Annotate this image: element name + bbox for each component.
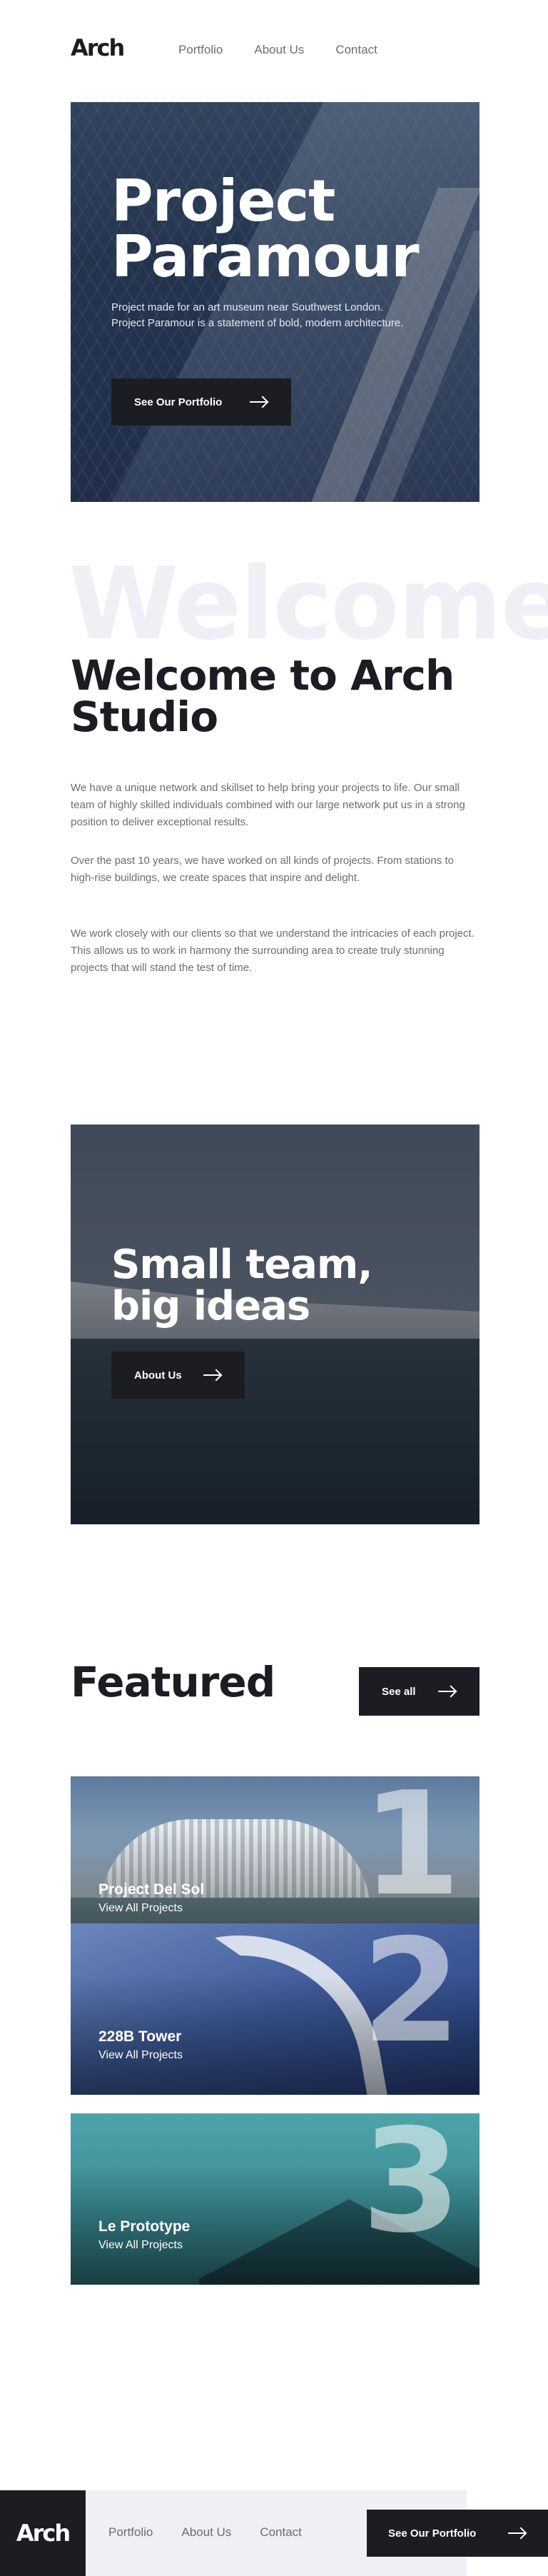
welcome-paragraph: Over the past 10 years, we have worked o… — [71, 855, 454, 884]
nav-link-about-us[interactable]: About Us — [254, 43, 304, 57]
site-header: Arch Portfolio About Us Contact — [0, 0, 548, 100]
hero-section: Project Paramour Project made for an art… — [71, 102, 480, 502]
card-title: Le Prototype — [98, 2218, 191, 2235]
welcome-ghost-heading: Welcome — [68, 546, 548, 663]
card-number: 1 — [361, 1776, 461, 1928]
card-number: 3 — [361, 2113, 461, 2265]
welcome-paragraph: We have a unique network and skillset to… — [71, 782, 465, 828]
see-portfolio-button[interactable]: See Our Portfolio — [111, 378, 291, 426]
site-footer: Arch Portfolio About Us Contact See Our … — [0, 2490, 548, 2576]
welcome-title: Welcome to Arch Studio — [71, 651, 455, 741]
see-all-label: See all — [382, 1685, 416, 1698]
hero-title: Project Paramour — [111, 168, 420, 290]
welcome-paragraph: We work closely with our clients so that… — [71, 927, 475, 974]
hero-description: Project made for an art museum near Sout… — [111, 301, 404, 329]
featured-card-le-prototype[interactable]: 3 Le Prototype View All Projects — [71, 2113, 480, 2285]
about-us-label: About Us — [134, 1369, 182, 1382]
footer-link-portfolio[interactable]: Portfolio — [108, 2525, 153, 2540]
footer-portfolio-button[interactable]: See Our Portfolio — [367, 2510, 548, 2557]
logo[interactable]: Arch — [71, 34, 125, 61]
card-link[interactable]: View All Projects — [98, 1902, 183, 1915]
see-all-button[interactable]: See all — [359, 1667, 480, 1716]
arrow-right-icon — [203, 1369, 222, 1381]
footer-logo[interactable]: Arch — [0, 2490, 86, 2576]
about-us-button[interactable]: About Us — [111, 1352, 245, 1399]
nav-link-contact[interactable]: Contact — [335, 43, 377, 57]
footer-portfolio-label: See Our Portfolio — [388, 2527, 477, 2540]
footer-logo-text: Arch — [16, 2520, 71, 2547]
card-title: 228B Tower — [98, 2028, 182, 2045]
card-number: 2 — [361, 1923, 461, 2075]
arrow-right-icon — [508, 2527, 527, 2539]
see-portfolio-label: See Our Portfolio — [134, 396, 223, 408]
arrow-right-icon — [438, 1686, 457, 1697]
featured-card-228b-tower[interactable]: 2 228B Tower View All Projects — [71, 1923, 480, 2095]
arrow-right-icon — [250, 396, 268, 408]
featured-title: Featured — [71, 1658, 275, 1706]
footer-link-contact[interactable]: Contact — [260, 2525, 302, 2540]
footer-link-about-us[interactable]: About Us — [181, 2525, 231, 2540]
team-title: Small team, big ideas — [111, 1242, 373, 1329]
featured-card-project-del-sol[interactable]: 1 Project Del Sol View All Projects — [71, 1776, 480, 1948]
footer-nav: Portfolio About Us Contact — [108, 2525, 302, 2540]
card-link[interactable]: View All Projects — [98, 2239, 183, 2252]
card-link[interactable]: View All Projects — [98, 2049, 183, 2062]
small-team-section: Small team, big ideas About Us — [71, 1125, 480, 1524]
nav-link-portfolio[interactable]: Portfolio — [178, 43, 223, 57]
main-nav: Portfolio About Us Contact — [178, 43, 377, 57]
card-title: Project Del Sol — [98, 1881, 205, 1898]
